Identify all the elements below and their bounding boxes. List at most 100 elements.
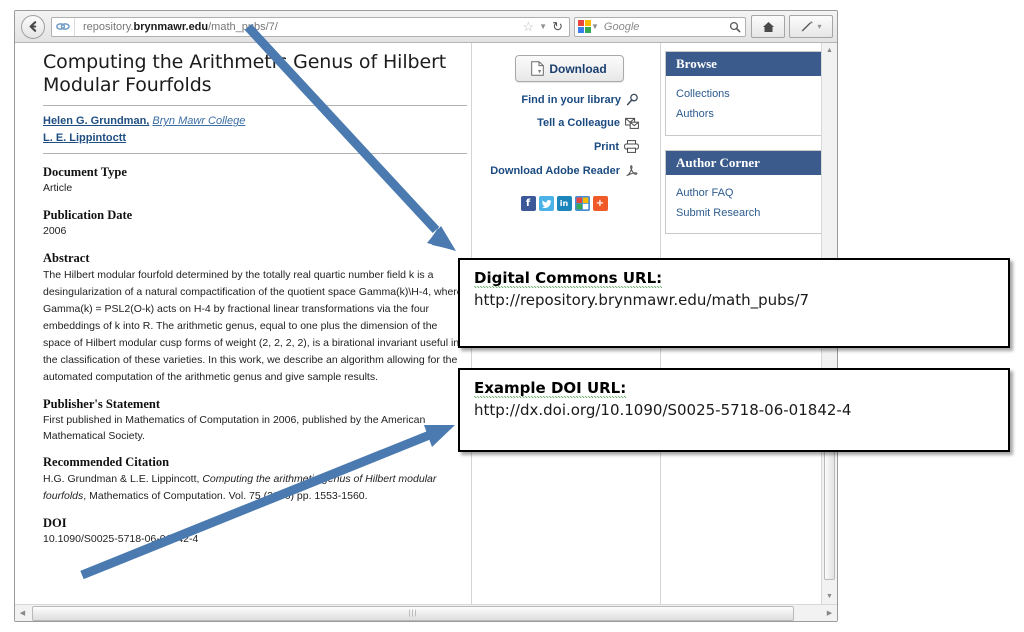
download-button[interactable]: Download (514, 55, 624, 82)
magnifier-icon[interactable] (729, 21, 741, 33)
field-value: 2006 (43, 225, 67, 238)
customize-chevron-icon[interactable]: ▾ (817, 22, 821, 31)
divider (43, 153, 467, 155)
download-adobe-reader-link[interactable]: Download Adobe Reader (485, 164, 653, 179)
sidebar-item-authors[interactable]: Authors (676, 104, 814, 124)
horizontal-scrollbar[interactable]: ◀ ||| ▶ (15, 604, 837, 621)
field-publisher-statement: Publisher's Statement First published in… (43, 397, 467, 445)
callout-title: Example DOI URL: (474, 379, 627, 398)
article-main-column: Computing the Arithmetic Genus of Hilber… (43, 51, 467, 548)
field-value: Article (43, 182, 73, 195)
search-bar[interactable]: ▼ Google (574, 16, 746, 37)
sidebar-item-author-faq[interactable]: Author FAQ (676, 183, 814, 203)
callout-title: Digital Commons URL: (474, 269, 663, 288)
author-name[interactable]: Helen G. Grundman, (43, 115, 149, 127)
citation-text: H.G. Grundman & L.E. Lippincott, Computi… (43, 471, 467, 505)
url-domain: brynmawr.edu (133, 20, 209, 33)
sidebar-panel-body: Collections Authors (666, 76, 821, 135)
field-doi: DOI 10.1090/S0025-5718-06-01842-4 (43, 516, 467, 548)
field-label: Recommended Citation (43, 455, 170, 470)
sidebar: Browse Collections Authors Author Corner… (665, 51, 821, 248)
addthis-glyph: + (595, 197, 605, 209)
download-button-label: Download (549, 61, 607, 76)
abstract-text: The Hilbert modular fourfold determined … (43, 268, 463, 383)
twitter-bird (541, 199, 552, 208)
addthis-icon[interactable]: + (592, 195, 608, 211)
scroll-down-arrow[interactable]: ▼ (822, 589, 837, 604)
horizontal-scrollbar-thumb[interactable]: ||| (32, 605, 794, 621)
home-icon (762, 21, 774, 32)
customize-button[interactable]: ▾ (789, 15, 833, 38)
facebook-icon[interactable]: f (520, 195, 536, 211)
author-name[interactable]: L. E. Lippintoctt (43, 132, 126, 144)
printer-icon (624, 140, 639, 153)
sidebar-panel-title: Browse (666, 52, 821, 76)
callout-digital-commons-url: Digital Commons URL: http://repository.b… (458, 258, 1010, 348)
facebook-glyph: f (525, 197, 531, 209)
linkedin-glyph: in (559, 198, 569, 208)
citation-part2: , Mathematics of Computation. Vol. 75 (2… (83, 490, 368, 503)
chevron-down-icon[interactable]: ▼ (539, 22, 547, 31)
back-button[interactable] (21, 14, 45, 39)
scroll-up-arrow[interactable]: ▲ (822, 43, 837, 58)
link-icon (52, 17, 75, 36)
google-icon (578, 20, 591, 33)
field-document-type: Document Type Article (43, 165, 467, 197)
pdf-document-icon (531, 61, 545, 76)
callout-example-doi-url: Example DOI URL: http://dx.doi.org/10.10… (458, 368, 1010, 452)
doi-value: 10.1090/S0025-5718-06-01842-4 (43, 533, 199, 546)
callout-url: http://dx.doi.org/10.1090/S0025-5718-06-… (474, 401, 852, 419)
field-label: Document Type (43, 165, 127, 180)
callout-url: http://repository.brynmawr.edu/math_pubs… (474, 291, 810, 309)
publisher-statement-text: First published in Mathematics of Comput… (43, 413, 426, 442)
field-publication-date: Publication Date 2006 (43, 208, 467, 240)
magnifier-icon (626, 93, 638, 106)
field-recommended-citation: Recommended Citation H.G. Grundman & L.E… (43, 455, 467, 505)
field-label: Publisher's Statement (43, 396, 161, 411)
search-input[interactable]: Google (599, 21, 639, 33)
address-bar[interactable]: repository.brynmawr.edu/math_pubs/7/ ☆ ▼… (51, 16, 570, 37)
address-bar-buttons: ☆ ▼ ↻ (523, 20, 569, 33)
star-icon[interactable]: ☆ (523, 20, 535, 33)
author-affiliation[interactable]: Bryn Mawr College (152, 115, 245, 127)
tell-a-colleague-link[interactable]: Tell a Colleague (485, 117, 653, 129)
pencil-icon (801, 20, 814, 31)
divider (43, 105, 467, 107)
field-label: DOI (43, 516, 67, 531)
sidebar-panel-body: Author FAQ Submit Research (666, 175, 821, 234)
home-button[interactable] (751, 15, 785, 38)
sidebar-item-collections[interactable]: Collections (676, 84, 814, 104)
print-link[interactable]: Print (485, 140, 653, 153)
address-bar-text: repository.brynmawr.edu/math_pubs/7/ (75, 21, 278, 33)
callout-title-text: Example DOI URL: (474, 379, 627, 398)
field-label: Publication Date (43, 208, 133, 223)
sidebar-item-submit-research[interactable]: Submit Research (676, 203, 814, 223)
browser-toolbar: repository.brynmawr.edu/math_pubs/7/ ☆ ▼… (15, 11, 837, 43)
find-in-library-link[interactable]: Find in your library (485, 93, 653, 106)
google-plus-icon[interactable] (574, 195, 590, 211)
citation-part1: H.G. Grundman & L.E. Lippincott, (43, 473, 203, 486)
list-item: Helen G. Grundman, Bryn Mawr College (43, 113, 467, 130)
page-title: Computing the Arithmetic Genus of Hilber… (43, 51, 447, 97)
link-label: Find in your library (521, 93, 621, 106)
callout-title-text: Digital Commons URL: (474, 269, 663, 288)
link-label: Print (593, 140, 619, 153)
google-share-glyph (574, 195, 590, 211)
scroll-right-arrow[interactable]: ▶ (822, 606, 837, 621)
article-actions-column: Download Find in your library Tell a Col… (485, 51, 653, 211)
twitter-icon[interactable] (538, 195, 554, 211)
sidebar-panel-title: Author Corner (666, 150, 821, 175)
sidebar-panel-browse: Browse Collections Authors (665, 51, 821, 136)
sidebar-panel-author-corner: Author Corner Author FAQ Submit Research (665, 149, 821, 235)
link-label: Tell a Colleague (537, 117, 620, 129)
search-engine-chevron-icon[interactable]: ▼ (591, 22, 599, 31)
back-arrow-icon (29, 21, 36, 32)
linkedin-icon[interactable]: in (556, 195, 572, 211)
social-share-bar: f in + (485, 195, 653, 211)
scroll-left-arrow[interactable]: ◀ (15, 606, 30, 621)
adobe-reader-icon (626, 165, 638, 177)
list-item: L. E. Lippintoctt (43, 130, 467, 147)
reload-icon[interactable]: ↻ (552, 20, 563, 33)
envelope-icon (625, 117, 639, 129)
url-path: /math_pubs/7/ (208, 20, 278, 33)
